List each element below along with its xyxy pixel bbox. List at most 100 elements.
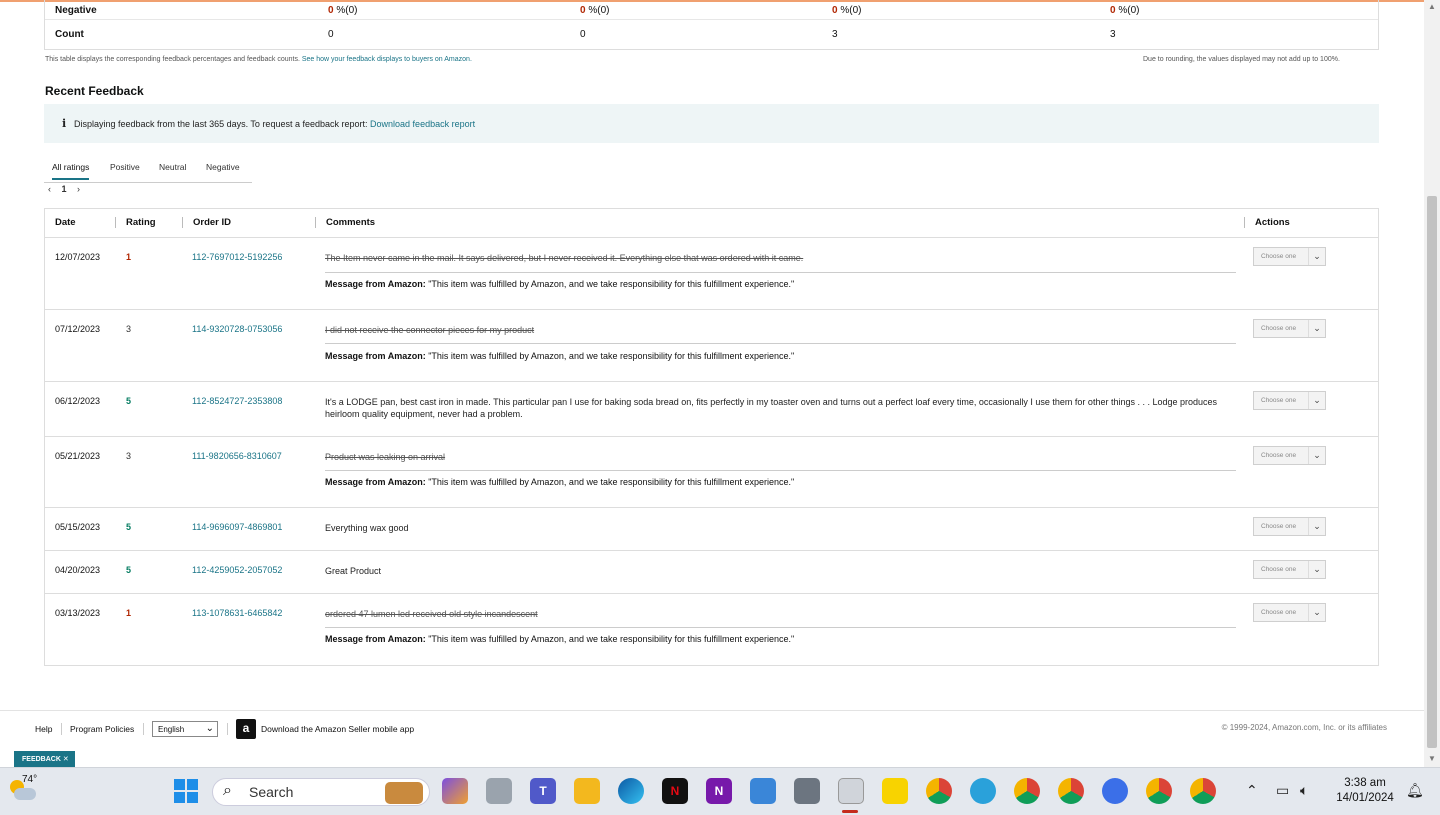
start-button[interactable]: [174, 779, 198, 803]
amazon-app-icon[interactable]: a: [236, 719, 256, 739]
next-page-button[interactable]: ›: [77, 184, 80, 194]
feedback-button[interactable]: FEEDBACK ✕: [14, 751, 75, 767]
system-clock[interactable]: 3:38 am 14/01/2024: [1330, 776, 1400, 806]
feedback-rating: 1: [126, 252, 132, 262]
order-id-link[interactable]: 112-4259052-2057052: [192, 565, 282, 575]
taskbar: 74° ⌕ Search T N N ⌃ ▭ 🔈︎ 3:38 am 14/01/…: [0, 767, 1440, 815]
action-select[interactable]: Choose one ⌄: [1253, 517, 1326, 536]
copyright: © 1999-2024, Amazon.com, Inc. or its aff…: [1221, 723, 1387, 732]
vertical-scrollbar[interactable]: ▲ ▼: [1424, 0, 1440, 767]
chevron-up-icon[interactable]: ⌃: [1246, 782, 1258, 799]
order-id-link[interactable]: 112-7697012-5192256: [192, 252, 282, 262]
column-separator: [1244, 217, 1245, 228]
info-text: Displaying feedback from the last 365 da…: [74, 119, 476, 129]
notepad-icon[interactable]: [750, 778, 776, 804]
task-view-icon[interactable]: [486, 778, 512, 804]
feedback-summary-table: Negative 0 %(0) 0 %(0) 0 %(0) 0 %(0) Cou…: [44, 0, 1379, 50]
sticky-notes-icon[interactable]: [882, 778, 908, 804]
feedback-comment: I did not receive the connector pieces f…: [325, 325, 535, 335]
chevron-down-icon: ⌄: [1308, 518, 1325, 535]
edge-icon[interactable]: [618, 778, 644, 804]
tab-all-ratings[interactable]: All ratings: [52, 162, 90, 180]
download-report-link[interactable]: Download feedback report: [370, 119, 475, 129]
feedback-comment: Product was leaking on arrival: [325, 452, 446, 462]
summary-cell: 0 %(0): [832, 5, 862, 16]
tab-neutral[interactable]: Neutral: [159, 162, 186, 172]
action-select[interactable]: Choose one ⌄: [1253, 603, 1326, 622]
chrome-profile-icon[interactable]: [1058, 778, 1084, 804]
feedback-rating: 5: [126, 522, 132, 532]
feedback-date: 12/07/2023: [55, 252, 101, 262]
telegram-icon[interactable]: [970, 778, 996, 804]
calculator-icon[interactable]: [794, 778, 820, 804]
action-select[interactable]: Choose one ⌄: [1253, 247, 1326, 266]
tab-negative[interactable]: Negative: [206, 162, 240, 172]
summary-cell: 0: [328, 29, 334, 40]
chevron-down-icon: ⌄: [1308, 447, 1325, 464]
snipping-tool-icon[interactable]: [838, 778, 864, 804]
order-id-link[interactable]: 112-8524727-2353808: [192, 396, 282, 406]
teams-icon[interactable]: T: [530, 778, 556, 804]
info-icon: i: [62, 117, 67, 130]
table-row: 07/12/2023 3 114-9320728-0753056 I did n…: [45, 310, 1378, 382]
feedback-date: 05/15/2023: [55, 522, 101, 532]
netflix-icon[interactable]: N: [662, 778, 688, 804]
language-select[interactable]: English ⌄: [152, 721, 218, 737]
feedback-display-link[interactable]: See how your feedback displays to buyers…: [302, 56, 472, 63]
action-select[interactable]: Choose one ⌄: [1253, 446, 1326, 465]
feedback-table: Date Rating Order ID Comments Actions 12…: [44, 208, 1379, 666]
feedback-date: 05/21/2023: [55, 451, 101, 461]
scroll-down-icon[interactable]: ▼: [1428, 754, 1436, 763]
clock-date: 14/01/2024: [1336, 792, 1394, 804]
clock-time: 3:38 am: [1344, 777, 1386, 789]
order-id-link[interactable]: 113-1078631-6465842: [192, 608, 282, 618]
feedback-comment: The Item never came in the mail. It says…: [325, 253, 804, 263]
header-rating[interactable]: Rating: [126, 217, 156, 228]
rating-tabs: All ratings Positive Neutral Negative: [44, 158, 252, 183]
action-select[interactable]: Choose one ⌄: [1253, 560, 1326, 579]
chrome-profile-icon[interactable]: [1190, 778, 1216, 804]
copilot-icon[interactable]: [442, 778, 468, 804]
help-link[interactable]: Help: [35, 724, 52, 734]
file-explorer-icon[interactable]: [574, 778, 600, 804]
volume-icon[interactable]: 🔈︎: [1300, 782, 1308, 799]
order-id-link[interactable]: 111-9820656-8310607: [192, 451, 282, 461]
rounding-note: Due to rounding, the values displayed ma…: [1143, 56, 1340, 63]
program-policies-link[interactable]: Program Policies: [70, 724, 134, 734]
chrome-profile-icon[interactable]: [1102, 778, 1128, 804]
scroll-up-icon[interactable]: ▲: [1428, 2, 1436, 11]
weather-widget[interactable]: 74°: [8, 774, 38, 806]
order-id-link[interactable]: 114-9696097-4869801: [192, 522, 282, 532]
taskbar-search[interactable]: ⌕ Search: [212, 778, 430, 806]
amazon-message: Message from Amazon: "This item was fulf…: [325, 477, 795, 487]
notifications-icon[interactable]: 🔔︎: [1406, 782, 1424, 799]
amazon-message: Message from Amazon: "This item was fulf…: [325, 634, 795, 644]
summary-cell: 0 %(0): [1110, 5, 1140, 16]
scrollbar-thumb[interactable]: [1427, 196, 1437, 748]
temperature: 74°: [22, 774, 38, 785]
summary-row-count: Count 0 0 3 3: [45, 20, 1378, 50]
action-select[interactable]: Choose one ⌄: [1253, 391, 1326, 410]
table-row: 05/15/2023 5 114-9696097-4869801 Everyth…: [45, 508, 1378, 551]
prev-page-button[interactable]: ‹: [48, 184, 51, 194]
summary-cell: 3: [1110, 29, 1116, 40]
action-select[interactable]: Choose one ⌄: [1253, 319, 1326, 338]
network-icon[interactable]: ▭: [1276, 782, 1289, 799]
summary-note: This table displays the corresponding fe…: [45, 56, 472, 63]
feedback-date: 03/13/2023: [55, 608, 101, 618]
chrome-profile-icon[interactable]: [1014, 778, 1040, 804]
current-page[interactable]: 1: [62, 184, 67, 194]
header-comments: Comments: [326, 217, 376, 228]
header-date[interactable]: Date: [55, 217, 76, 228]
header-order-id[interactable]: Order ID: [193, 217, 231, 228]
header-actions: Actions: [1255, 217, 1290, 228]
onenote-icon[interactable]: N: [706, 778, 732, 804]
chrome-icon[interactable]: [926, 778, 952, 804]
tab-positive[interactable]: Positive: [110, 162, 140, 172]
feedback-date: 04/20/2023: [55, 565, 101, 575]
order-id-link[interactable]: 114-9320728-0753056: [192, 324, 282, 334]
table-row: 12/07/2023 1 112-7697012-5192256 The Ite…: [45, 238, 1378, 310]
chrome-profile-icon[interactable]: [1146, 778, 1172, 804]
summary-cell: 3: [832, 29, 838, 40]
download-app-link[interactable]: Download the Amazon Seller mobile app: [261, 724, 414, 734]
